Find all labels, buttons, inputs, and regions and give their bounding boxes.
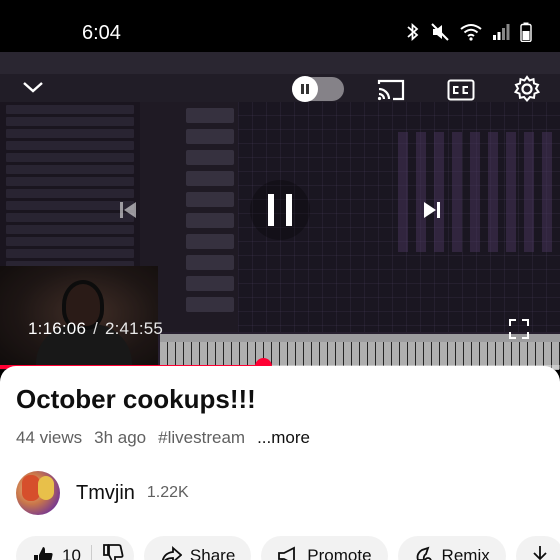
current-time: 1:16:06 — [28, 319, 87, 338]
share-icon — [160, 546, 182, 560]
status-time: 6:04 — [82, 22, 121, 44]
status-icons — [406, 22, 532, 47]
next-video-button[interactable] — [416, 194, 448, 226]
channel-row[interactable]: Tmvjin 1.22K — [16, 470, 544, 516]
battery-icon — [520, 22, 532, 47]
hashtag-link[interactable]: #livestream — [158, 428, 245, 448]
remix-button[interactable]: Remix — [397, 536, 506, 560]
cast-icon — [377, 79, 405, 101]
video-player[interactable]: 1:16:06 / 2:41:55 — [0, 52, 560, 370]
chevron-down-icon — [23, 82, 43, 93]
share-button[interactable]: Share — [143, 536, 252, 560]
captions-button[interactable] — [444, 74, 478, 106]
thumbs-down-icon[interactable] — [102, 543, 124, 560]
share-label: Share — [189, 546, 236, 560]
captions-icon — [447, 79, 475, 101]
video-metadata[interactable]: 44 views 3h ago #livestream ...more — [16, 428, 310, 448]
time-display: 1:16:06 / 2:41:55 — [28, 319, 163, 339]
play-pause-button[interactable] — [250, 180, 310, 240]
remix-icon — [414, 546, 434, 560]
collapse-player-button[interactable] — [18, 72, 48, 102]
video-duration: 2:41:55 — [104, 319, 164, 338]
pause-icon — [268, 194, 292, 226]
wifi-icon — [460, 23, 482, 46]
mute-icon — [430, 22, 450, 47]
promote-label: Promote — [307, 546, 372, 560]
fullscreen-button[interactable] — [506, 316, 532, 342]
settings-button[interactable] — [510, 72, 544, 106]
remix-label: Remix — [441, 546, 490, 560]
time-separator: / — [93, 319, 98, 338]
autoplay-toggle[interactable] — [292, 76, 344, 102]
previous-video-button[interactable] — [112, 194, 144, 226]
thumbs-up-icon[interactable] — [32, 545, 54, 560]
signal-icon — [492, 23, 510, 46]
download-button[interactable] — [515, 536, 560, 560]
action-bar: 10 Share Promote Remix — [16, 536, 560, 560]
like-divider — [90, 545, 92, 560]
channel-name[interactable]: Tmvjin — [76, 482, 135, 505]
avatar[interactable] — [16, 471, 60, 515]
like-count: 10 — [62, 546, 81, 560]
promote-button[interactable]: Promote — [261, 536, 388, 560]
subscriber-count: 1.22K — [146, 484, 189, 501]
megaphone-icon — [277, 546, 299, 560]
video-title[interactable]: October cookups!!! — [16, 384, 256, 415]
view-count: 44 views — [16, 428, 83, 447]
skip-next-icon — [424, 202, 440, 218]
bluetooth-icon — [406, 22, 420, 47]
skip-previous-icon — [120, 202, 136, 218]
upload-time: 3h ago — [94, 428, 147, 447]
fullscreen-icon — [509, 319, 529, 339]
video-info-panel: October cookups!!! 44 views 3h ago #live… — [0, 366, 560, 560]
cast-button[interactable] — [374, 74, 408, 106]
download-icon — [530, 544, 550, 560]
pause-icon — [301, 84, 309, 94]
gear-icon — [513, 75, 541, 103]
like-dislike-button[interactable]: 10 — [16, 536, 134, 560]
more-description-button[interactable]: ...more — [257, 428, 310, 448]
